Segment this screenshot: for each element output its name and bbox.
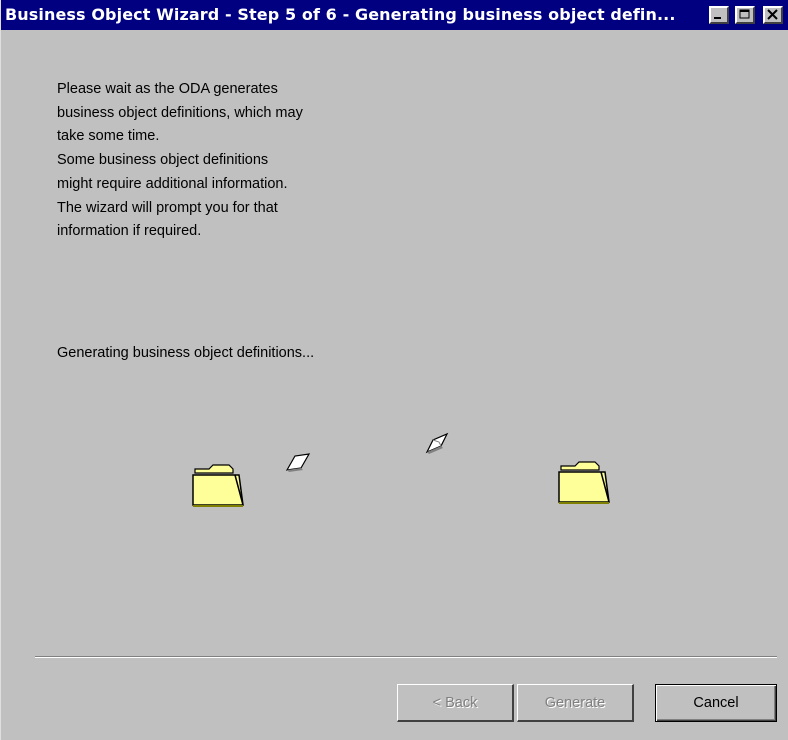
close-button[interactable] bbox=[763, 6, 783, 24]
title-bar[interactable]: Business Object Wizard - Step 5 of 6 - G… bbox=[1, 0, 788, 30]
maximize-icon bbox=[739, 9, 750, 19]
generate-button[interactable]: Generate bbox=[517, 684, 634, 722]
folder-icon bbox=[192, 464, 244, 507]
button-separator bbox=[35, 656, 777, 658]
folder-icon bbox=[558, 461, 610, 504]
wizard-window: Business Object Wizard - Step 5 of 6 - G… bbox=[0, 0, 788, 740]
paper-icon bbox=[425, 432, 449, 454]
minimize-icon bbox=[714, 17, 721, 19]
wizard-body: Please wait as the ODA generates busines… bbox=[1, 30, 788, 740]
cancel-button[interactable]: Cancel bbox=[655, 684, 777, 722]
close-icon bbox=[767, 9, 778, 20]
progress-animation bbox=[192, 432, 610, 507]
back-button[interactable]: < Back bbox=[397, 684, 514, 722]
maximize-button[interactable] bbox=[735, 6, 755, 24]
minimize-button[interactable] bbox=[709, 6, 729, 24]
paper-icon bbox=[285, 453, 311, 472]
window-title: Business Object Wizard - Step 5 of 6 - G… bbox=[5, 5, 676, 24]
